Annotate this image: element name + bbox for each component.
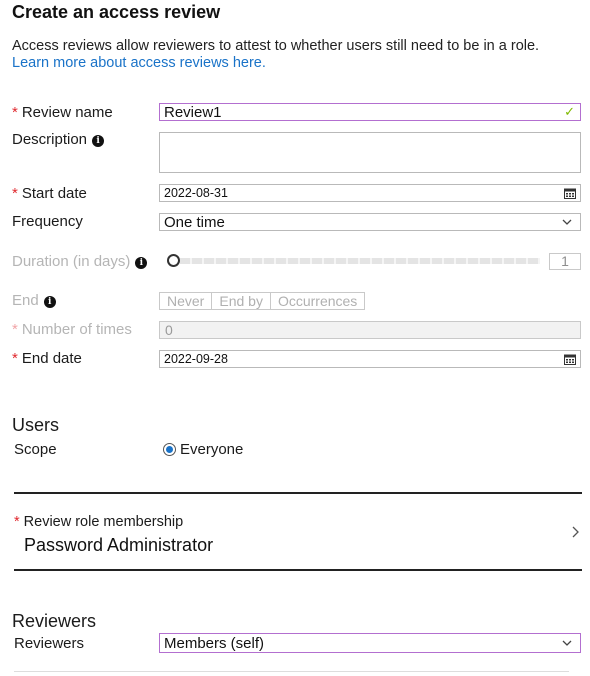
frequency-label: Frequency <box>12 213 83 230</box>
info-icon[interactable]: i <box>43 296 56 308</box>
divider <box>14 492 582 494</box>
radio-selected-icon <box>163 443 176 456</box>
end-date-picker[interactable]: 2022-09-28 <box>159 350 581 368</box>
required-marker: * <box>12 321 18 338</box>
description-label: Description i <box>12 131 105 148</box>
duration-label: Duration (in days) i <box>12 253 148 270</box>
start-date-label: * Start date <box>12 185 87 202</box>
review-role-membership-row[interactable]: * Review role membership Password Adminis… <box>14 497 582 569</box>
scope-label: Scope <box>14 441 57 458</box>
required-marker: * <box>14 514 20 530</box>
duration-value-box[interactable]: 1 <box>549 253 581 270</box>
chevron-down-icon <box>562 640 572 646</box>
number-of-times-label: * Number of times <box>12 321 132 338</box>
frequency-select[interactable]: One time <box>159 213 581 231</box>
reviewers-heading: Reviewers <box>12 611 97 631</box>
calendar-icon[interactable] <box>564 354 576 365</box>
learn-more-link[interactable]: Learn more about access reviews here. <box>12 55 266 71</box>
info-icon[interactable]: i <box>135 257 148 269</box>
users-heading: Users <box>12 415 60 435</box>
end-option-end-by[interactable]: End by <box>212 293 271 309</box>
role-membership-value: Password Administrator <box>24 535 214 555</box>
review-name-label: * Review name <box>12 104 113 121</box>
duration-slider-thumb[interactable] <box>167 254 180 267</box>
page-title: Create an access review <box>12 2 221 22</box>
reviewers-select[interactable]: Members (self) <box>159 633 581 653</box>
end-option-group: Never End by Occurrences <box>159 292 366 310</box>
divider <box>14 569 582 571</box>
role-membership-label: * Review role membership <box>14 514 184 530</box>
chevron-right-icon <box>572 526 579 538</box>
reviewers-label: Reviewers <box>14 635 85 652</box>
scope-radio-everyone[interactable]: Everyone <box>163 441 243 458</box>
info-icon[interactable]: i <box>92 135 105 147</box>
calendar-icon[interactable] <box>564 188 576 199</box>
required-marker: * <box>12 350 18 367</box>
divider <box>14 671 569 672</box>
required-marker: * <box>12 104 18 121</box>
end-option-never[interactable]: Never <box>160 293 213 309</box>
checkmark-icon: ✓ <box>564 104 575 119</box>
required-marker: * <box>12 185 18 202</box>
number-of-times-input[interactable]: 0 <box>159 321 581 339</box>
end-label: End i <box>12 292 56 309</box>
chevron-down-icon <box>562 219 572 225</box>
review-name-input[interactable]: Review1 ✓ <box>159 103 581 121</box>
start-date-picker[interactable]: 2022-08-31 <box>159 184 581 202</box>
end-option-occurrences[interactable]: Occurrences <box>271 293 364 309</box>
end-date-label: * End date <box>12 350 82 367</box>
intro-text: Access reviews allow reviewers to attest… <box>12 38 587 72</box>
duration-slider-track[interactable] <box>180 258 540 264</box>
intro-description: Access reviews allow reviewers to attest… <box>12 38 540 54</box>
description-input[interactable] <box>159 132 581 173</box>
